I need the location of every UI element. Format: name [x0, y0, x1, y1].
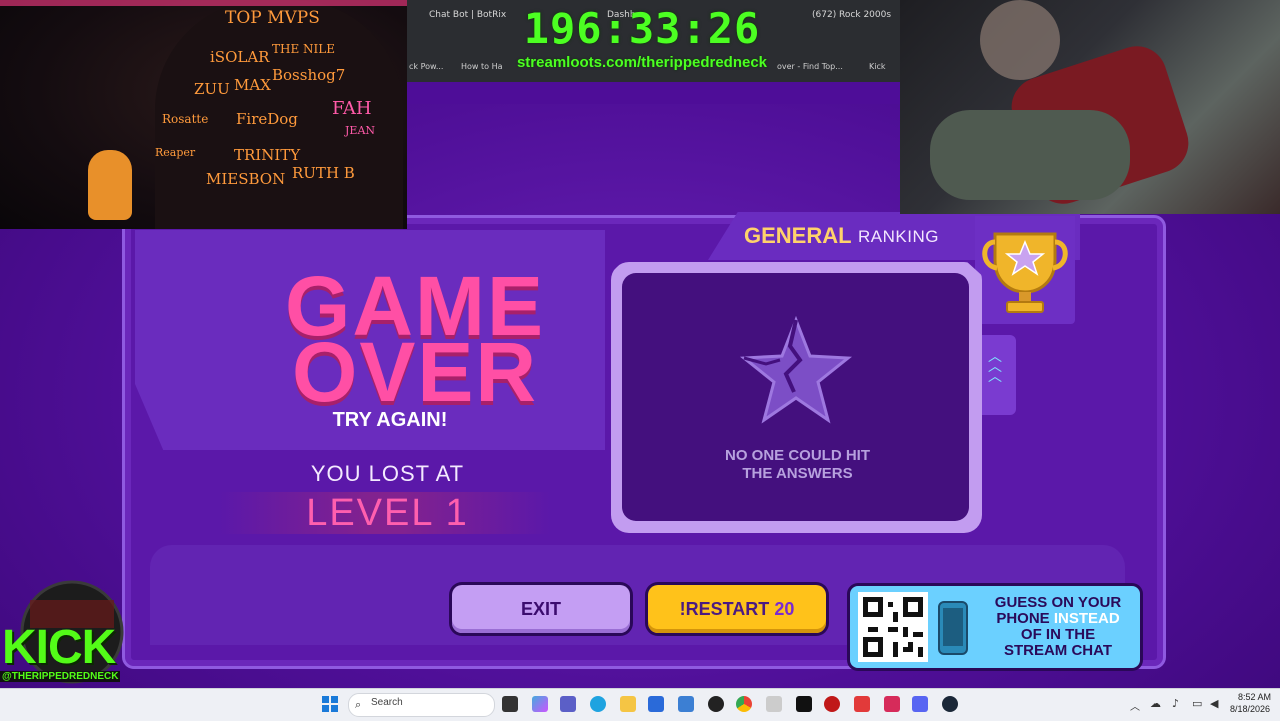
- signature-7: FireDog: [236, 110, 298, 128]
- network-icon[interactable]: ▭: [1192, 697, 1202, 710]
- steam-icon[interactable]: [942, 696, 958, 712]
- restart-button[interactable]: !RESTART 20: [648, 585, 826, 633]
- signature-3: ZUU: [194, 80, 230, 98]
- signature-10: Reaper: [155, 146, 196, 159]
- discord-icon[interactable]: [912, 696, 928, 712]
- signature-6: Rosatte: [162, 112, 209, 126]
- stream-timer: 196:33:26: [523, 4, 761, 53]
- teams-icon[interactable]: [560, 696, 576, 712]
- cloud-icon[interactable]: ☁: [1150, 697, 1161, 710]
- streamloots-url: streamloots.com/therippedredneck: [516, 54, 768, 71]
- plush-toy: [88, 150, 132, 220]
- chrome-icon[interactable]: [736, 696, 752, 712]
- edge-icon[interactable]: [590, 696, 606, 712]
- phone-icon: [935, 600, 971, 656]
- ranking-empty-message: NO ONE COULD HIT THE ANSWERS: [700, 447, 895, 483]
- gta-icon[interactable]: [854, 696, 870, 712]
- led-strip: [0, 0, 407, 6]
- microphone-icon[interactable]: ♪: [1172, 697, 1179, 710]
- volume-icon[interactable]: ◀: [1210, 697, 1218, 710]
- qr-text-line1: GUESS ON YOUR: [994, 594, 1122, 611]
- qr-code: [858, 592, 928, 662]
- kick-logo-text: KICK: [2, 621, 116, 674]
- terminal-icon[interactable]: [796, 696, 812, 712]
- ranking-subtitle: RANKING: [858, 227, 939, 246]
- signature-0: TOP MVPS: [225, 8, 320, 28]
- ranking-empty-line1: NO ONE COULD HIT: [725, 447, 870, 464]
- obs-icon[interactable]: [708, 696, 724, 712]
- record-icon[interactable]: [824, 696, 840, 712]
- trophy-icon: [982, 232, 1068, 313]
- frame-top-strip: [407, 82, 900, 104]
- signature-8: FAH: [332, 98, 372, 119]
- app-icon[interactable]: [678, 696, 694, 712]
- trophy-box: [975, 216, 1075, 324]
- copilot-icon[interactable]: [532, 696, 548, 712]
- signature-13: RUTH B: [292, 164, 355, 182]
- person-face: [980, 0, 1060, 80]
- lost-at-label: YOU LOST AT: [310, 461, 465, 486]
- chevron-up-icon[interactable]: ︿: [1130, 698, 1140, 713]
- qr-text-line2: PHONE INSTEAD: [978, 611, 1138, 627]
- try-again-label: TRY AGAIN!: [332, 409, 448, 431]
- taskbar-clock-time[interactable]: 8:52 AM: [1238, 692, 1271, 702]
- taskbar-clock-date[interactable]: 8/18/2026: [1230, 704, 1270, 714]
- signature-2: THE NILE: [272, 42, 336, 56]
- exit-button[interactable]: EXIT: [452, 585, 630, 633]
- settings-gear-icon[interactable]: [766, 696, 782, 712]
- task-view-icon[interactable]: [502, 696, 518, 712]
- file-explorer-icon[interactable]: [620, 696, 636, 712]
- signature-9: JEAN: [345, 124, 376, 137]
- qr-text-line4: STREAM CHAT: [1003, 642, 1113, 659]
- kick-handle: @THERIPPEDREDNECK: [0, 671, 121, 682]
- signature-11: TRINITY: [234, 146, 301, 164]
- taskbar-search-label: Search: [371, 697, 403, 708]
- search-icon: ⌕: [355, 698, 362, 711]
- music-app-icon[interactable]: [884, 696, 900, 712]
- windows-start-icon[interactable]: [322, 696, 338, 712]
- ranking-empty-line2: THE ANSWERS: [742, 465, 853, 482]
- restart-label: !RESTART: [679, 599, 770, 619]
- qr-text-line2b: INSTEAD: [1053, 610, 1120, 627]
- store-icon[interactable]: [648, 696, 664, 712]
- qr-text-line2a: PHONE: [996, 610, 1054, 627]
- ranking-title: GENERAL: [744, 223, 852, 248]
- qr-text-line3: OF IN THE: [1020, 626, 1096, 643]
- restart-count: 20: [774, 599, 795, 619]
- broken-star-icon: [736, 315, 856, 426]
- windows-taskbar: [0, 688, 1280, 721]
- signature-1: iSOLAR: [210, 48, 270, 66]
- level-label: LEVEL 1: [306, 492, 469, 534]
- signature-12: MIESBON: [206, 170, 286, 188]
- chevron-up-icon[interactable]: ︿ ︿ ︿: [988, 350, 1002, 384]
- signature-5: Bosshog7: [272, 66, 346, 84]
- webcam-left: TOP MVPS iSOLAR THE NILE ZUU MAX Bosshog…: [0, 0, 407, 229]
- game-over-title-line2: OVER: [292, 325, 539, 419]
- signature-4: MAX: [234, 76, 271, 94]
- webcam-right: [900, 0, 1280, 214]
- green-pillow: [930, 110, 1130, 200]
- qr-instruction-text: GUESS ON YOUR PHONE INSTEAD OF IN THE ST…: [978, 595, 1138, 659]
